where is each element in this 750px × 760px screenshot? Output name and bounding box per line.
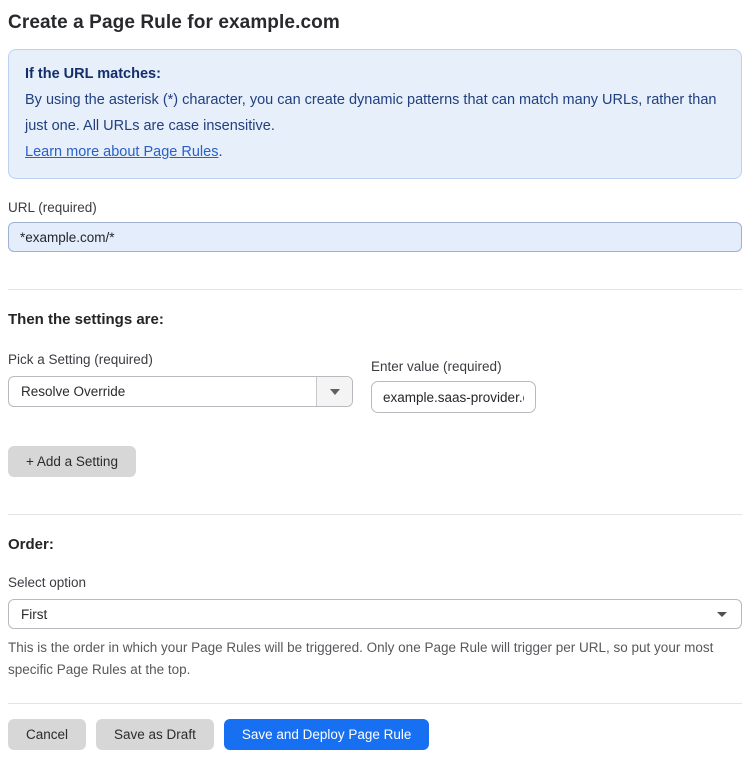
value-field-label: Enter value (required) xyxy=(371,359,502,374)
setting-picker-label: Pick a Setting (required) xyxy=(8,352,153,367)
add-setting-button[interactable]: + Add a Setting xyxy=(8,446,136,477)
order-heading: Order: xyxy=(8,536,54,553)
url-match-info-box: If the URL matches: By using the asteris… xyxy=(8,49,742,179)
url-field-label: URL (required) xyxy=(8,200,97,215)
cancel-button[interactable]: Cancel xyxy=(8,719,87,750)
save-deploy-button[interactable]: Save and Deploy Page Rule xyxy=(223,719,430,750)
setting-picker-column: Pick a Setting (required) Resolve Overri… xyxy=(8,352,353,413)
info-box-heading: If the URL matches: xyxy=(25,66,161,82)
page-rules-link[interactable]: Learn more about Page Rules xyxy=(25,144,218,160)
section-divider-2 xyxy=(8,514,742,515)
caret-down-icon xyxy=(329,388,340,395)
footer-divider xyxy=(8,703,742,704)
order-select-value: First xyxy=(21,606,48,622)
setting-select[interactable]: Resolve Override xyxy=(8,376,353,407)
info-box-link-line: Learn more about Page Rules. xyxy=(25,139,725,165)
save-draft-button[interactable]: Save as Draft xyxy=(96,719,214,750)
order-select[interactable]: First xyxy=(8,599,742,629)
section-divider-1 xyxy=(8,289,742,290)
page-rule-form: Create a Page Rule for example.com If th… xyxy=(0,0,750,760)
caret-down-icon xyxy=(717,611,727,617)
setting-value-column: Enter value (required) xyxy=(371,359,536,413)
setting-value-input[interactable] xyxy=(371,381,536,413)
settings-row: Pick a Setting (required) Resolve Overri… xyxy=(8,352,742,413)
setting-select-arrow-button[interactable] xyxy=(316,377,352,406)
settings-heading: Then the settings are: xyxy=(8,311,164,328)
info-box-body: By using the asterisk (*) character, you… xyxy=(25,87,725,139)
footer-buttons: Cancel Save as Draft Save and Deploy Pag… xyxy=(8,719,742,750)
info-box-body-text: By using the asterisk (*) character, you… xyxy=(25,92,717,134)
url-input[interactable] xyxy=(8,222,742,252)
order-select-label: Select option xyxy=(8,575,87,590)
setting-select-value: Resolve Override xyxy=(21,384,126,399)
order-help-text: This is the order in which your Page Rul… xyxy=(8,640,714,677)
link-suffix: . xyxy=(218,144,223,160)
page-title: Create a Page Rule for example.com xyxy=(8,12,340,33)
